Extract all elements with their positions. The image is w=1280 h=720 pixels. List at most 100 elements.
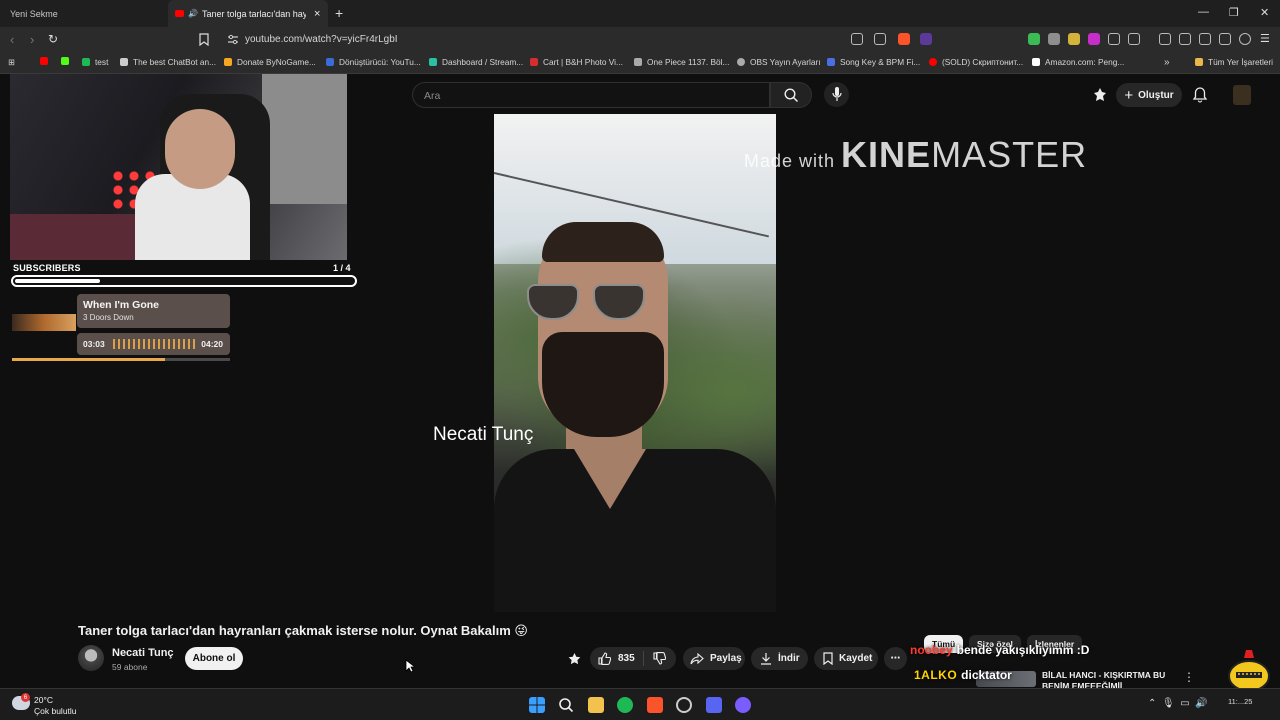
bookmark-item[interactable]: (SOLD) Скриптонит...: [929, 57, 1023, 67]
extension-purple-icon[interactable]: [1088, 33, 1100, 45]
reload-icon[interactable]: ↻: [48, 32, 58, 46]
extensions-puzzle-icon[interactable]: [1108, 33, 1120, 45]
share-page-icon[interactable]: [874, 33, 886, 45]
leo-ai-icon[interactable]: [1219, 33, 1231, 45]
save-button[interactable]: Kaydet: [814, 647, 878, 670]
download-label: İndir: [778, 653, 800, 664]
extension-pen-icon[interactable]: [1068, 33, 1080, 45]
app-icon[interactable]: [676, 697, 692, 713]
bookmark-kick-icon[interactable]: [61, 57, 74, 65]
sparkle-badge-icon[interactable]: [1092, 87, 1108, 103]
url-field[interactable]: youtube.com/watch?v=yicFr4rLgbI: [245, 34, 398, 45]
all-bookmarks-folder[interactable]: Tüm Yer İşaretleri: [1195, 57, 1273, 67]
search-input[interactable]: Ara: [412, 82, 770, 108]
system-tray[interactable]: ⌃ 🎙 ▭ 🔊: [1148, 698, 1208, 709]
channel-avatar[interactable]: [78, 645, 104, 671]
bookmark-favicon-icon: [530, 58, 538, 66]
bookmark-item[interactable]: Dönüştürücü: YouTu...: [326, 57, 421, 67]
brave-rewards-icon[interactable]: [920, 33, 932, 45]
more-bookmarks-icon[interactable]: »: [1164, 57, 1170, 68]
download-icon: [761, 653, 771, 665]
bookmark-page-icon[interactable]: [199, 33, 209, 46]
cast-icon[interactable]: [851, 33, 863, 45]
watermark-prefix: Made with: [744, 151, 836, 171]
save-label: Kaydet: [839, 653, 873, 664]
bookmark-item[interactable]: OBS Yayın Ayarları: [737, 57, 821, 67]
bookmark-item[interactable]: Amazon.com: Peng...: [1032, 57, 1124, 67]
like-button[interactable]: 835: [590, 651, 644, 666]
subscribers-goal-fill: [15, 279, 100, 283]
voice-search-button[interactable]: [824, 82, 849, 107]
ask-ai-icon[interactable]: [567, 652, 582, 667]
taskbar-search-icon[interactable]: [558, 697, 574, 713]
windows-start-icon[interactable]: [529, 697, 545, 713]
extension-shield-icon[interactable]: [1028, 33, 1040, 45]
bookmark-item[interactable]: test: [82, 57, 108, 67]
tab-youtube-video[interactable]: 🔊 Taner tolga tarlacı'dan hayranl... ×: [168, 0, 328, 27]
bookmark-item[interactable]: Donate ByNoGame...: [224, 57, 316, 67]
account-avatar[interactable]: [1233, 85, 1251, 105]
subscribe-button[interactable]: Abone ol: [185, 647, 243, 670]
bookmark-item[interactable]: Dashboard / Stream...: [429, 57, 523, 67]
share-icon: [690, 652, 704, 664]
song-title: When I'm Gone: [83, 299, 159, 311]
more-actions-button[interactable]: ⋯: [884, 647, 907, 670]
notifications-bell-icon[interactable]: [1193, 87, 1207, 103]
spotify-icon[interactable]: [617, 697, 633, 713]
save-bookmark-icon: [823, 652, 833, 665]
wallet-icon[interactable]: [1199, 33, 1211, 45]
bookmark-label: Donate ByNoGame...: [237, 57, 316, 67]
video-player[interactable]: [494, 114, 776, 612]
now-playing-card: When I'm Gone 3 Doors Down: [77, 294, 230, 328]
media-icon[interactable]: [1159, 33, 1171, 45]
song-total-time: 04:20: [201, 339, 223, 349]
song-progress-bar: [12, 358, 230, 361]
file-explorer-icon[interactable]: [588, 697, 604, 713]
bookmark-youtube-icon[interactable]: [40, 57, 53, 65]
close-tab-icon[interactable]: ×: [314, 8, 320, 20]
share-button[interactable]: Paylaş: [683, 647, 745, 670]
bookmark-favicon-icon: [827, 58, 835, 66]
minimize-icon[interactable]: —: [1198, 6, 1209, 18]
chat-message: noobey bende yakışıklıyımm :D: [910, 643, 1089, 657]
bookmark-item[interactable]: One Piece 1137. Böl...: [634, 57, 729, 67]
forward-icon[interactable]: ›: [30, 32, 34, 47]
bookmark-item[interactable]: Song Key & BPM Fi...: [827, 57, 920, 67]
recommendation-title[interactable]: BİLAL HANCI - KIŞKIRTMA BU BENİM EMEEEĞİ…: [1042, 670, 1182, 690]
sidebar-icon[interactable]: [1179, 33, 1191, 45]
new-tab-button[interactable]: +: [335, 5, 343, 21]
bookmark-item[interactable]: Cart | B&H Photo Vi...: [530, 57, 623, 67]
menu-icon[interactable]: ☰: [1260, 32, 1270, 45]
weather-temperature[interactable]: 20°C: [34, 695, 53, 705]
album-art: [12, 314, 76, 331]
system-clock[interactable]: 11:...25: [1228, 697, 1252, 706]
discord-canary-icon[interactable]: [735, 697, 751, 713]
speaker-icon[interactable]: 🔊: [188, 9, 198, 18]
dislike-button[interactable]: [644, 652, 672, 665]
brave-browser-icon[interactable]: [647, 697, 663, 713]
streamer-webcam: [10, 74, 347, 260]
close-window-icon[interactable]: ✕: [1260, 6, 1269, 19]
mouse-cursor-icon: [405, 659, 415, 673]
bookmark-item[interactable]: The best ChatBot an...: [120, 57, 216, 67]
download-button[interactable]: İndir: [751, 647, 808, 670]
subscribers-goal-count: 1 / 4: [333, 263, 351, 273]
tab-new-tab[interactable]: Yeni Sekme: [0, 0, 168, 27]
apps-grid-icon[interactable]: ⊞: [8, 57, 15, 67]
screenshot-icon[interactable]: [1128, 33, 1140, 45]
vpn-icon[interactable]: [1239, 33, 1251, 45]
video-title: Taner tolga tarlacı'dan hayranları çakma…: [78, 623, 528, 638]
back-icon[interactable]: ‹: [10, 32, 14, 47]
channel-name[interactable]: Necati Tunç: [112, 647, 174, 659]
restore-icon[interactable]: ❐: [1229, 6, 1239, 19]
site-settings-icon[interactable]: [227, 34, 239, 45]
discord-icon[interactable]: [706, 697, 722, 713]
create-button[interactable]: + Oluştur: [1116, 83, 1182, 107]
brave-shield-icon[interactable]: [898, 33, 910, 45]
search-button[interactable]: [770, 82, 812, 108]
recommendation-more-icon[interactable]: ⋮: [1183, 670, 1195, 684]
weather-description[interactable]: Çok bulutlu: [34, 706, 77, 716]
extension-privacy-icon[interactable]: [1048, 33, 1060, 45]
video-beard: [542, 332, 664, 437]
song-current-time: 03:03: [83, 339, 105, 349]
